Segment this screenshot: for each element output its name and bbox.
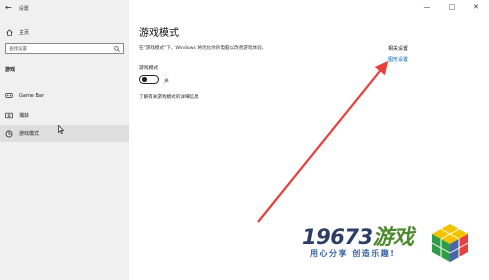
- more-info-link[interactable]: 了解有关游戏模式的详细信息: [139, 94, 199, 100]
- maximize-icon[interactable]: □: [449, 3, 456, 11]
- sidebar-item-label: 捕获: [19, 113, 30, 119]
- watermark-cube-logo-icon: [431, 224, 469, 262]
- sidebar-item-game-mode[interactable]: 游戏模式: [0, 125, 129, 142]
- minimize-icon[interactable]: —: [424, 3, 431, 11]
- sidebar-item-label: 游戏模式: [19, 131, 40, 137]
- page-description: 在"游戏模式"下，Windows 将优化你的电脑以改善游戏体验。: [139, 46, 267, 51]
- toggle-state-text: 关: [164, 79, 169, 84]
- watermark-slogan: 用心分享 创造乐趣!: [310, 249, 396, 258]
- sidebar-item-label: 主页: [19, 29, 30, 36]
- toggle-label: 游戏模式: [139, 66, 159, 71]
- graphics-settings-link[interactable]: 图形设置: [388, 56, 408, 63]
- sidebar-item-game-bar[interactable]: Game Bar: [0, 87, 129, 104]
- section-label-games: 游戏: [5, 67, 16, 73]
- search-icon[interactable]: [114, 45, 120, 52]
- search-input[interactable]: 查找设置: [5, 43, 124, 54]
- sidebar-item-capture[interactable]: 捕获: [0, 107, 129, 124]
- close-icon[interactable]: ✕: [473, 3, 479, 11]
- related-settings-heading: 相关设置: [388, 46, 409, 52]
- mouse-cursor-icon: [58, 125, 64, 134]
- sidebar-item-label: Game Bar: [19, 92, 45, 99]
- title-bar: ← 设置: [0, 0, 129, 16]
- toggle-knob: [142, 77, 147, 82]
- watermark-word: 游戏: [372, 225, 415, 249]
- game-bar-icon: [5, 93, 13, 98]
- home-icon: [6, 28, 13, 36]
- sidebar-item-home[interactable]: 主页: [0, 25, 129, 39]
- window-title: 设置: [18, 5, 29, 12]
- sidebar: ← 设置 主页 查找设置 游戏 Game Bar 捕获 游戏模式: [0, 0, 129, 280]
- window-controls: — □ ✕: [424, 3, 480, 11]
- search-placeholder: 查找设置: [9, 46, 27, 52]
- watermark-number: 19673: [302, 225, 373, 249]
- capture-icon: [5, 112, 13, 119]
- page-title: 游戏模式: [139, 28, 179, 39]
- back-arrow-icon[interactable]: ←: [5, 4, 12, 12]
- game-mode-icon: [5, 130, 13, 137]
- game-mode-toggle[interactable]: [139, 75, 159, 84]
- watermark-brand: 19673游戏: [302, 221, 414, 251]
